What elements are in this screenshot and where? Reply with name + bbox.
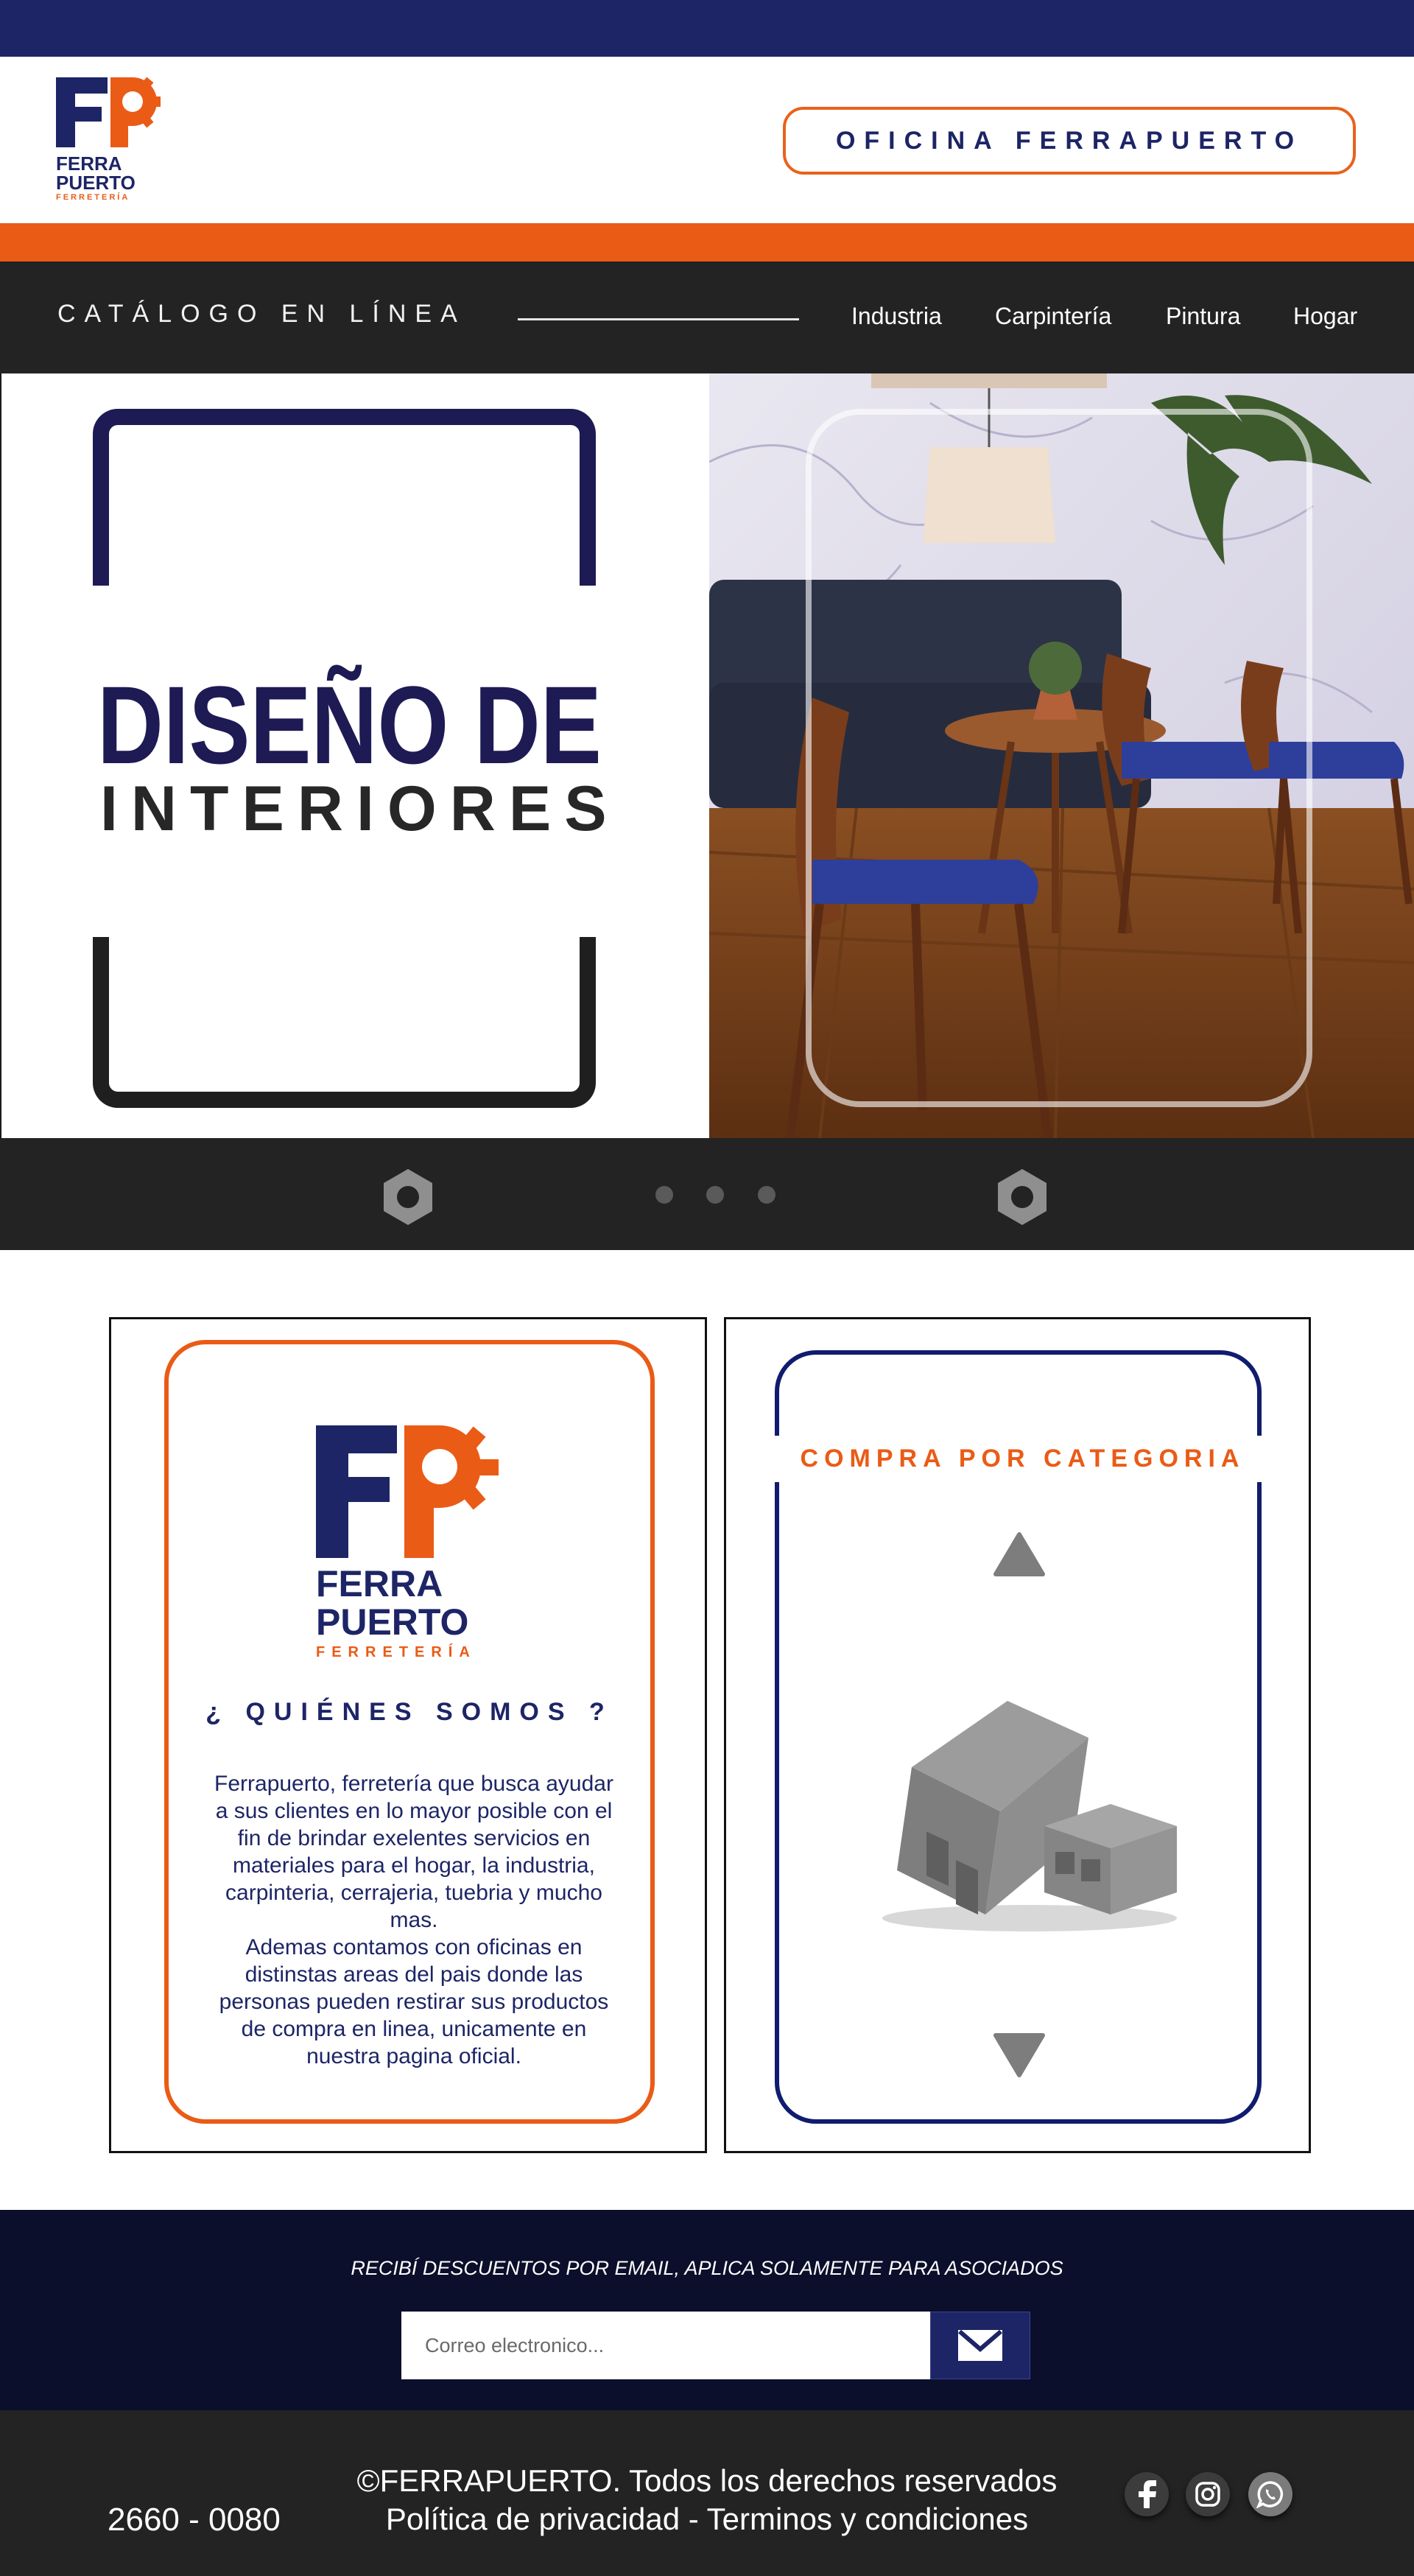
logo-line2: PUERTO [56,172,136,194]
main-nav: CATÁLOGO EN LÍNEA Industria Carpintería … [0,262,1414,373]
email-input[interactable] [401,2312,930,2379]
about-logo-line2: PUERTO [316,1601,469,1643]
logo-tagline: FERRETERÍA [56,193,130,202]
office-button[interactable]: OFICINA FERRAPUERTO [783,107,1356,175]
about-line: personas pueden restirar sus productos [219,1990,609,2014]
hero-photo [709,373,1414,1138]
frame-bottom-bracket [93,937,596,1108]
logo[interactable]: FERRA PUERTO FERRETERÍA [56,77,166,203]
category-down-triangle-down-icon[interactable] [993,2032,1046,2078]
about-logo-tagline: FERRETERÍA [316,1644,476,1660]
slider-prev-hex-nut-icon[interactable] [379,1168,437,1226]
about-line: carpinteria, cerrajeria, tuebria y mucho [225,1881,602,1905]
hero-subtitle: INTERIORES [100,773,620,844]
about-line: distinstas areas del pais donde las [245,1962,583,1987]
site-header: FERRA PUERTO FERRETERÍA OFICINA FERRAPUE… [0,57,1414,223]
about-line: de compra en linea, unicamente en [241,2017,587,2041]
about-line: Ademas contamos con oficinas en [245,1935,583,1959]
slider-next-hex-nut-icon[interactable] [993,1168,1052,1226]
logo-line1: FERRA [56,152,122,175]
category-up-triangle-up-icon[interactable] [993,1531,1046,1577]
hero-title: DISEÑO DE [97,663,602,787]
about-line: a sus clientes en lo mayor posible con e… [215,1799,613,1823]
about-logo: FERRA PUERTO FERRETERÍA [316,1425,522,1668]
about-text: Ferrapuerto, ferretería que busca ayudar… [198,1770,630,2070]
nav-divider [518,318,799,320]
category-frame: COMPRA POR CATEGORIA [772,1350,1273,2124]
nav-link-pintura[interactable]: Pintura [1166,303,1240,330]
about-logo-line1: FERRA [316,1563,443,1604]
category-card: COMPRA POR CATEGORIA [724,1317,1311,2153]
category-title: COMPRA POR CATEGORIA [772,1436,1273,1482]
facebook-icon[interactable] [1125,2472,1169,2516]
nav-title: CATÁLOGO EN LÍNEA [57,300,466,328]
envelope-icon [958,2329,1002,2361]
nav-link-carpinteria[interactable]: Carpintería [995,303,1111,330]
logo-mark-large [316,1425,499,1558]
subscribe-button[interactable] [930,2312,1030,2379]
slider-dot-3[interactable] [758,1186,775,1204]
about-frame: FERRA PUERTO FERRETERÍA ¿ QUIÉNES SOMOS … [164,1340,655,2124]
about-line: nuestra pagina oficial. [306,2044,521,2068]
slider-dot-2[interactable] [706,1186,724,1204]
newsletter-section: RECIBÍ DESCUENTOS POR EMAIL, APLICA SOLA… [0,2210,1414,2410]
accent-band [0,223,1414,262]
newsletter-text: RECIBÍ DESCUENTOS POR EMAIL, APLICA SOLA… [351,2257,1063,2279]
slider-controls [0,1138,1414,1250]
nav-link-hogar[interactable]: Hogar [1293,303,1357,330]
nav-link-industria[interactable]: Industria [851,303,942,330]
about-line: materiales para el hogar, la industria, [233,1853,595,1878]
about-line: Ferrapuerto, ferretería que busca ayudar [214,1772,613,1796]
about-line: fin de brindar exelentes servicios en [237,1826,591,1850]
instagram-icon[interactable] [1186,2472,1230,2516]
hero-banner: DISEÑO DE INTERIORES [0,373,1414,1138]
site-footer: 2660 - 0080 ©FERRAPUERTO. Todos los dere… [0,2410,1414,2576]
about-line: mas. [390,1908,438,1932]
about-card: FERRA PUERTO FERRETERÍA ¿ QUIÉNES SOMOS … [109,1317,707,2153]
whatsapp-icon[interactable] [1248,2472,1292,2516]
frame-top-bracket [93,409,596,586]
about-title: ¿ QUIÉNES SOMOS ? [205,1698,613,1726]
slider-dot-1[interactable] [655,1186,673,1204]
top-bar [0,0,1414,57]
concrete-block-image[interactable] [868,1671,1192,1944]
